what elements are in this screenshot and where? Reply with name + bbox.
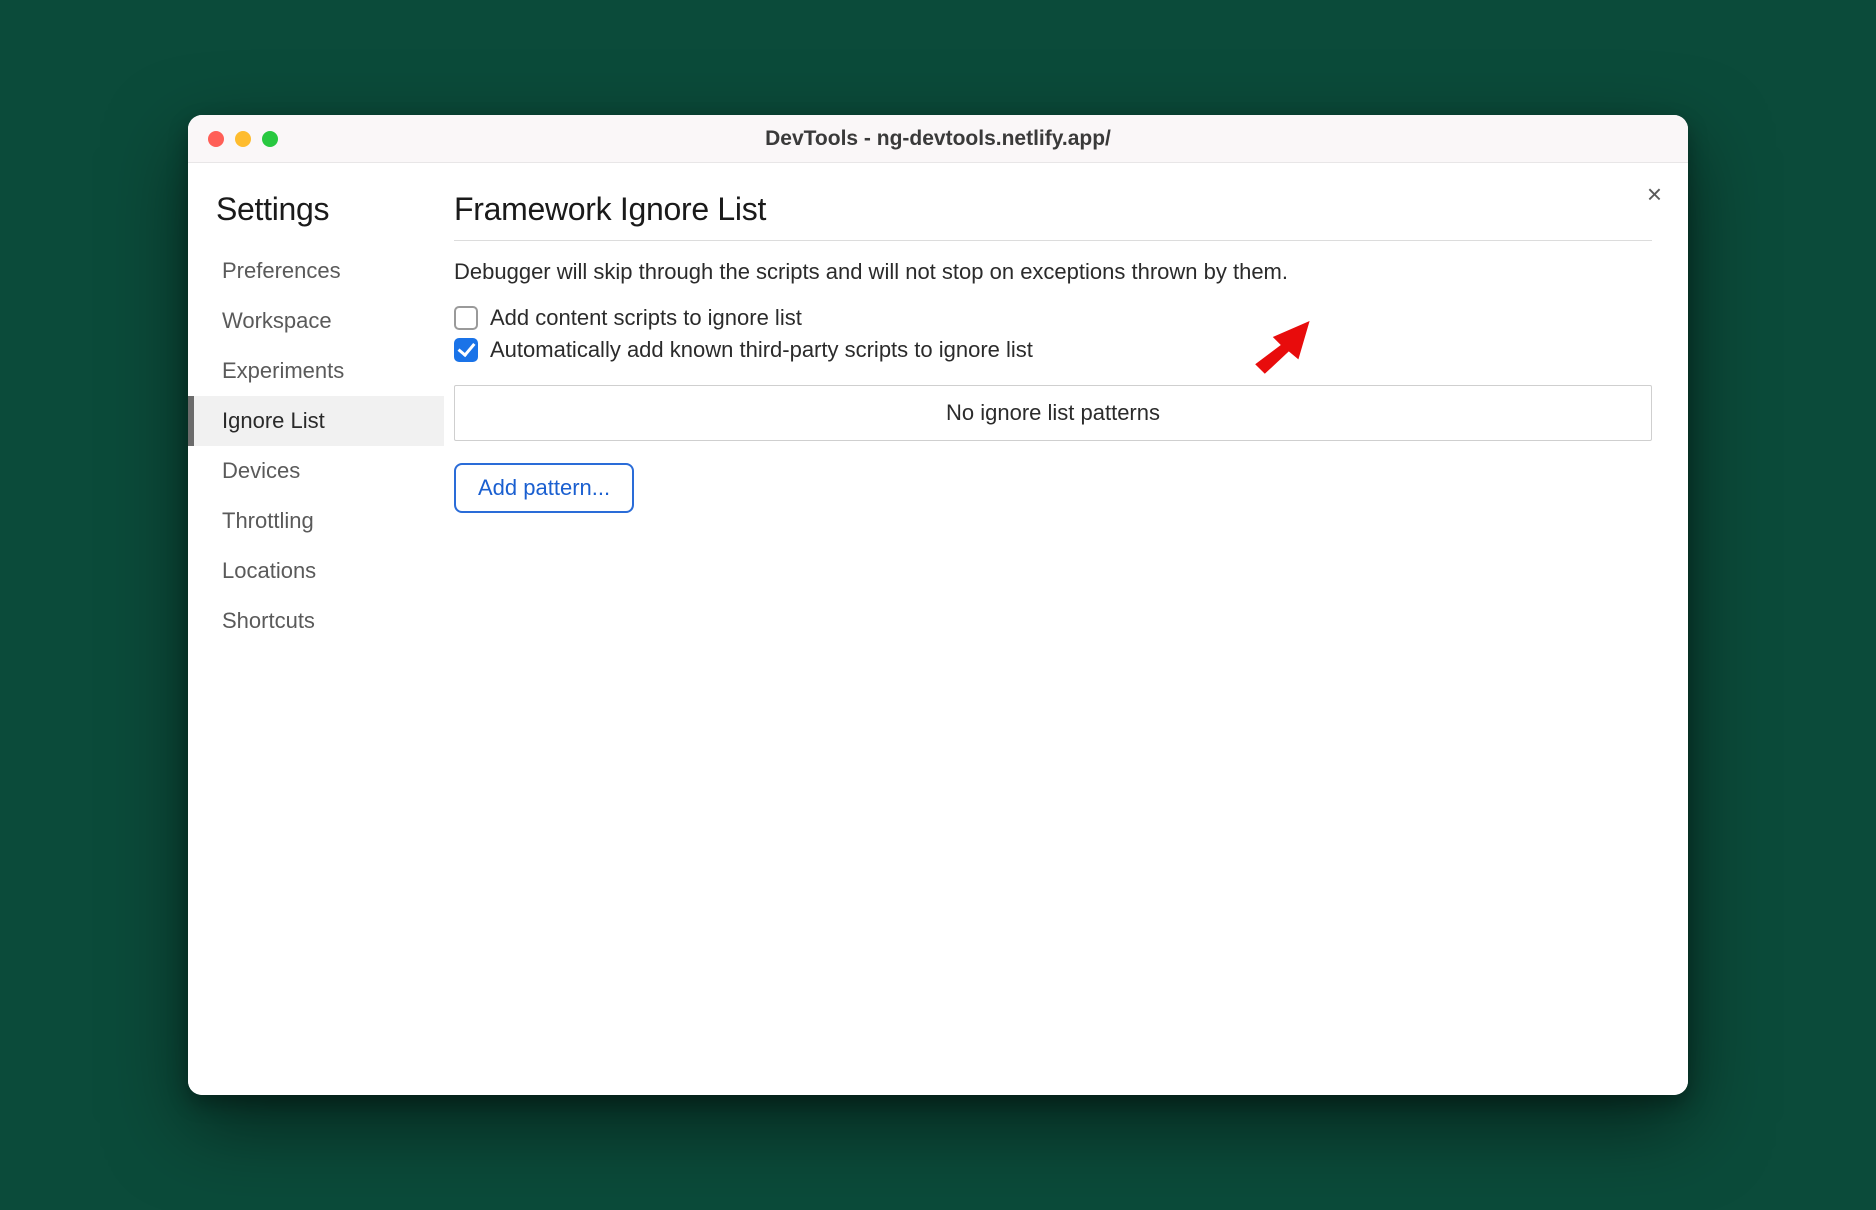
close-window-button[interactable] [208, 131, 224, 147]
checkbox[interactable] [454, 338, 478, 362]
page-description: Debugger will skip through the scripts a… [454, 259, 1652, 285]
minimize-window-button[interactable] [235, 131, 251, 147]
sidebar-item-label: Devices [222, 458, 300, 483]
ignore-list-patterns-box: No ignore list patterns [454, 385, 1652, 441]
checkbox-row: Add content scripts to ignore list [454, 305, 1652, 331]
maximize-window-button[interactable] [262, 131, 278, 147]
settings-main: Framework Ignore List Debugger will skip… [444, 163, 1688, 1095]
checkbox-label: Automatically add known third-party scri… [490, 337, 1033, 363]
sidebar-item-devices[interactable]: Devices [188, 446, 444, 496]
sidebar-item-shortcuts[interactable]: Shortcuts [188, 596, 444, 646]
sidebar-item-label: Ignore List [222, 408, 325, 433]
add-pattern-button[interactable]: Add pattern... [454, 463, 634, 513]
sidebar-item-label: Throttling [222, 508, 314, 533]
sidebar-item-ignore-list[interactable]: Ignore List [188, 396, 444, 446]
sidebar-item-locations[interactable]: Locations [188, 546, 444, 596]
sidebar-item-label: Preferences [222, 258, 341, 283]
page-title: Framework Ignore List [454, 191, 1652, 241]
devtools-window: DevTools - ng-devtools.netlify.app/ × Se… [188, 115, 1688, 1095]
sidebar-item-label: Experiments [222, 358, 344, 383]
sidebar-item-preferences[interactable]: Preferences [188, 246, 444, 296]
settings-sidebar: Settings Preferences Workspace Experiments… [188, 163, 444, 1095]
sidebar-item-throttling[interactable]: Throttling [188, 496, 444, 546]
patterns-empty-text: No ignore list patterns [946, 400, 1160, 425]
settings-content: × Settings Preferences Workspace Experimen… [188, 163, 1688, 1095]
sidebar-item-workspace[interactable]: Workspace [188, 296, 444, 346]
sidebar-title: Settings [188, 191, 444, 246]
checkbox-label: Add content scripts to ignore list [490, 305, 802, 331]
close-settings-button[interactable]: × [1647, 181, 1662, 207]
sidebar-item-experiments[interactable]: Experiments [188, 346, 444, 396]
traffic-lights [188, 131, 278, 147]
window-titlebar: DevTools - ng-devtools.netlify.app/ [188, 115, 1688, 163]
sidebar-item-label: Workspace [222, 308, 332, 333]
sidebar-item-label: Locations [222, 558, 316, 583]
window-title: DevTools - ng-devtools.netlify.app/ [188, 127, 1688, 151]
sidebar-item-label: Shortcuts [222, 608, 315, 633]
checkbox[interactable] [454, 306, 478, 330]
checkbox-row: Automatically add known third-party scri… [454, 337, 1652, 363]
